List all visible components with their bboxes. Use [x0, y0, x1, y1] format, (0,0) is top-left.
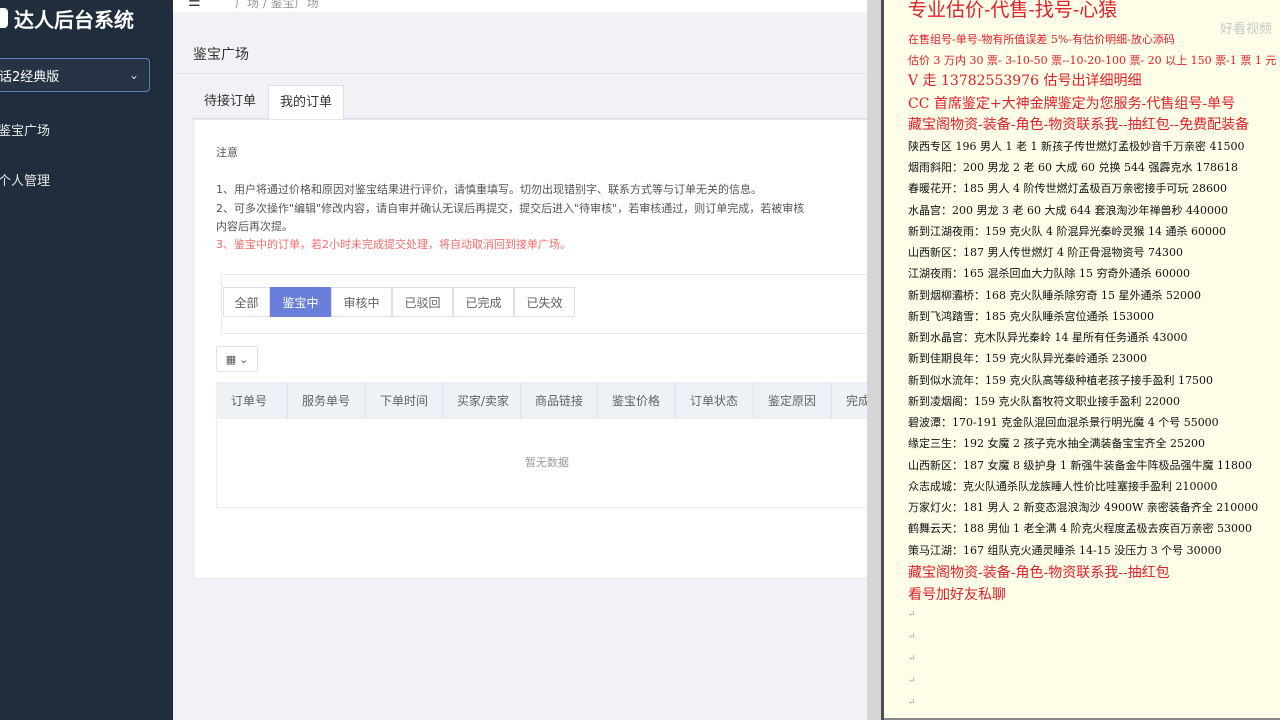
doc-line: 万家灯火：181 男人 2 新变态混浪淘沙 4900W 亲密装备齐全 21000… [908, 501, 1259, 514]
tab-pending-orders[interactable]: 待接订单 [193, 85, 267, 119]
chevron-down-icon: ⌄ [239, 352, 249, 366]
filter-completed-button[interactable]: 已完成 [453, 287, 514, 317]
paragraph-mark-icon: ↵ [908, 610, 916, 620]
paragraph-mark-icon: ↵ [908, 654, 916, 664]
paragraph-mark-icon: ↵ [908, 698, 916, 708]
orders-table: 订单号 服务单号 下单时间 买家/卖家 商品链接 鉴宝价格 订单状态 鉴定原因 … [216, 382, 867, 508]
column-header: 完成 [832, 383, 867, 419]
empty-state: 暂无数据 [525, 456, 569, 469]
doc-line: 藏宝阁物资-装备-角色-物资联系我--抽红包--免费配装备 [908, 117, 1250, 133]
chevron-down-icon: ⌄ [128, 68, 139, 82]
column-header: 买家/卖家 [443, 383, 521, 419]
doc-line: 山西新区：187 女魔 8 级护身 1 新强牛装备金牛阵极品强牛魔 11800 [908, 459, 1252, 472]
logo-icon [0, 8, 8, 28]
app-title: 达人后台系统 [14, 7, 134, 32]
doc-heading: 专业估价-代售-找号-心猿 [908, 0, 1118, 21]
main-content: ☰ 广场 / 鉴宝广场 鉴宝广场 待接订单 我的订单 注意 1、用户将通过价格和… [173, 0, 867, 720]
notice-line-1: 1、用户将通过价格和原因对鉴宝结果进行评价，请慎重填写。切勿出现错别字、联系方式… [216, 183, 762, 196]
sidebar-item-personal-management[interactable]: 个人管理 [0, 170, 50, 189]
version-select[interactable]: 话2经典版 ⌄ [0, 58, 150, 92]
column-toggle-button[interactable]: ▦ ⌄ [216, 346, 258, 372]
notice-line-2-cont: 内容后再次提。 [216, 220, 293, 233]
doc-line: V 走 13782553976 估号出详细明细 [908, 73, 1142, 89]
sidebar-item-appraisal-square[interactable]: 鉴宝广场 [0, 120, 50, 139]
filter-expired-button[interactable]: 已失效 [514, 287, 575, 317]
breadcrumb: 广场 / 鉴宝广场 [235, 0, 319, 10]
doc-line: 新到似水流年：159 克火队高等级种植老孩子接手盈利 17500 [908, 374, 1213, 387]
paragraph-mark-icon: ↵ [908, 632, 916, 642]
filter-appraising-button[interactable]: 鉴宝中 [270, 287, 331, 317]
paragraph-mark-icon: ↵ [908, 676, 916, 686]
table-header: 订单号 服务单号 下单时间 买家/卖家 商品链接 鉴宝价格 订单状态 鉴定原因 … [217, 383, 867, 419]
doc-line: 烟雨斜阳：200 男龙 2 老 60 大成 60 兑换 544 强霹克水 178… [908, 161, 1238, 174]
doc-line: 缘定三生：192 女魔 2 孩子克水抽全满装备宝宝齐全 25200 [908, 437, 1205, 450]
doc-line: 策马江湖：167 组队克火通灵睡杀 14-15 没压力 3 个号 30000 [908, 544, 1222, 557]
doc-line: 水晶宫：200 男龙 3 老 60 大成 644 套浪淘沙年禅兽秒 440000 [908, 204, 1228, 217]
doc-line: 新到飞鸿踏雪：185 克火队睡杀宫位通杀 153000 [908, 310, 1154, 323]
notice-line-3: 3、鉴宝中的订单，若2小时未完成提交处理，将自动取消回到接单广场。 [216, 238, 571, 251]
column-header: 服务单号 [288, 383, 366, 419]
doc-line: 藏宝阁物资-装备-角色-物资联系我--抽红包 [908, 565, 1170, 581]
version-select-value: 话2经典版 [0, 69, 60, 85]
divider [173, 73, 867, 74]
doc-line: 新到佳期良年：159 克火队异光秦岭通杀 23000 [908, 352, 1147, 365]
doc-line: 陕西专区 196 男人 1 老 1 新孩子传世燃灯孟极妙音千万亲密 41500 [908, 140, 1245, 153]
watermark: 好看视频 [1219, 22, 1272, 37]
grid-icon: ▦ [225, 352, 237, 366]
doc-line: 新到江湖夜雨：159 克火队 4 阶混异光秦岭灵猴 14 通杀 60000 [908, 225, 1226, 238]
column-header: 商品链接 [521, 383, 598, 419]
filter-all-button[interactable]: 全部 [223, 287, 270, 317]
doc-line: 碧波潭：170-191 克金队混回血混杀景行明光魔 4 个号 55000 [908, 416, 1219, 429]
top-bar: ☰ 广场 / 鉴宝广场 [173, 0, 867, 12]
doc-line: 看号加好友私聊 [908, 587, 1006, 603]
doc-line: 新到水晶宫：克木队异光秦岭 14 星所有任务通杀 43000 [908, 331, 1188, 344]
sidebar: 达人后台系统 话2经典版 ⌄ 鉴宝广场 个人管理 [0, 0, 173, 720]
tab-my-orders[interactable]: 我的订单 [268, 85, 345, 119]
column-header: 下单时间 [366, 383, 443, 419]
price-list-document: 好看视频 专业估价-代售-找号-心猿 在售组号-单号-物有所值误差 5%-有估价… [881, 0, 1280, 720]
filter-rejected-button[interactable]: 已驳回 [392, 287, 453, 317]
filter-reviewing-button[interactable]: 审核中 [331, 287, 392, 317]
page-title: 鉴宝广场 [193, 47, 249, 63]
column-header: 订单状态 [676, 383, 754, 419]
column-header: 鉴宝价格 [598, 383, 676, 419]
doc-line: CC 首席鉴定+大神金牌鉴定为您服务-代售组号-单号 [908, 96, 1236, 112]
doc-line: 江湖夜雨：165 混杀回血大力队除 15 穷奇外通杀 60000 [908, 267, 1190, 280]
column-header: 订单号 [217, 383, 288, 419]
doc-line: 众志成城：克火队通杀队龙族睡人性价比哇塞接手盈利 210000 [908, 480, 1218, 493]
doc-line: 估价 3 万内 30 票- 3-10-50 票--10-20-100 票- 20… [908, 54, 1277, 67]
doc-line: 在售组号-单号-物有所值误差 5%-有估价明细-放心添码 [908, 33, 1175, 46]
doc-line: 春暖花开：185 男人 4 阶传世燃灯孟极百万亲密接手可玩 28600 [908, 182, 1227, 195]
window-divider [867, 0, 881, 720]
app-logo: 达人后台系统 [0, 3, 134, 33]
notice-line-2: 2、可多次操作"编辑"修改内容，请自审并确认无误后再提交，提交后进入"待审核"，… [216, 202, 805, 215]
doc-line: 山西新区：187 男人传世燃灯 4 阶正骨混物资号 74300 [908, 246, 1183, 259]
doc-line: 新到凌烟阁：159 克火队畜牧符文职业接手盈利 22000 [908, 395, 1180, 408]
column-header: 鉴定原因 [754, 383, 832, 419]
notice-title: 注意 [216, 146, 238, 159]
doc-line: 新到烟柳灞桥：168 克火队睡杀除穷奇 15 星外通杀 52000 [908, 289, 1201, 302]
hamburger-icon[interactable]: ☰ [188, 0, 201, 10]
doc-line: 鹤舞云天：188 男仙 1 老全满 4 阶克火程度孟极去疾百万亲密 53000 [908, 522, 1252, 535]
status-filter-group: 全部 鉴宝中 审核中 已驳回 已完成 已失效 [221, 274, 867, 334]
orders-card: 注意 1、用户将通过价格和原因对鉴宝结果进行评价，请慎重填写。切勿出现错别字、联… [193, 119, 867, 579]
